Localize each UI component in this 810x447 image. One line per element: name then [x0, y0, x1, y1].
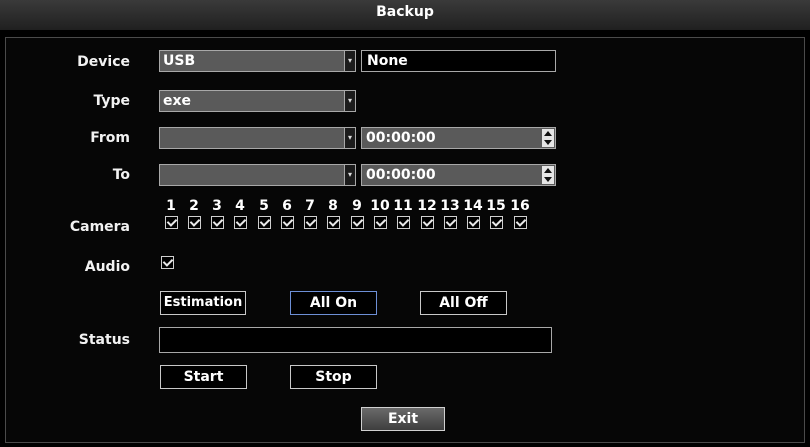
- camera-2-checkbox[interactable]: [187, 216, 201, 229]
- camera-3: 3: [206, 198, 228, 233]
- camera-number: 11: [393, 198, 413, 214]
- camera-13: 13: [439, 198, 461, 233]
- spin-updown-icon[interactable]: [542, 129, 554, 147]
- camera-number: 9: [352, 198, 362, 214]
- camera-7: 7: [299, 198, 321, 233]
- to-time-input[interactable]: 00:00:00: [361, 164, 556, 186]
- type-select-value: exe: [163, 93, 192, 109]
- camera-9: 9: [346, 198, 368, 233]
- camera-15: 15: [485, 198, 507, 233]
- camera-6-checkbox[interactable]: [280, 216, 294, 229]
- camera-9-checkbox[interactable]: [350, 216, 364, 229]
- start-button[interactable]: Start: [160, 365, 247, 389]
- title-bar: Backup: [0, 0, 810, 30]
- camera-8: 8: [322, 198, 344, 233]
- camera-number: 4: [235, 198, 245, 214]
- audio-label: Audio: [84, 259, 130, 275]
- camera-number: 16: [510, 198, 530, 214]
- camera-6: 6: [276, 198, 298, 233]
- type-select[interactable]: exe ▾: [159, 90, 356, 112]
- camera-1-checkbox[interactable]: [164, 216, 178, 229]
- camera-7-checkbox[interactable]: [303, 216, 317, 229]
- camera-2: 2: [183, 198, 205, 233]
- type-label: Type: [93, 93, 130, 109]
- camera-1: 1: [160, 198, 182, 233]
- camera-12: 12: [416, 198, 438, 233]
- status-field: [159, 327, 552, 353]
- camera-16-checkbox[interactable]: [513, 216, 527, 229]
- camera-number: 1: [166, 198, 176, 214]
- camera-number: 12: [417, 198, 437, 214]
- device-select-value: USB: [163, 53, 196, 69]
- camera-number: 2: [189, 198, 199, 214]
- camera-16: 16: [509, 198, 531, 233]
- camera-11: 11: [392, 198, 414, 233]
- to-date-select[interactable]: ▾: [159, 164, 356, 186]
- camera-5: 5: [253, 198, 275, 233]
- window-title: Backup: [376, 4, 434, 20]
- chevron-down-icon[interactable]: ▾: [344, 127, 356, 149]
- camera-8-checkbox[interactable]: [326, 216, 340, 229]
- camera-5-checkbox[interactable]: [257, 216, 271, 229]
- camera-13-checkbox[interactable]: [443, 216, 457, 229]
- camera-number: 3: [212, 198, 222, 214]
- audio-checkbox[interactable]: [161, 256, 174, 269]
- camera-label: Camera: [69, 219, 130, 235]
- camera-number: 14: [463, 198, 483, 214]
- exit-button[interactable]: Exit: [361, 407, 445, 431]
- all-off-button[interactable]: All Off: [420, 291, 507, 315]
- camera-number: 8: [328, 198, 338, 214]
- status-label: Status: [78, 332, 130, 348]
- camera-number: 15: [486, 198, 506, 214]
- chevron-down-icon[interactable]: ▾: [344, 90, 356, 112]
- to-time-value: 00:00:00: [366, 167, 436, 183]
- camera-number: 6: [282, 198, 292, 214]
- device-label: Device: [77, 54, 130, 70]
- camera-11-checkbox[interactable]: [396, 216, 410, 229]
- device-info-value: None: [367, 53, 408, 69]
- camera-3-checkbox[interactable]: [210, 216, 224, 229]
- camera-10-checkbox[interactable]: [373, 216, 387, 229]
- chevron-down-icon[interactable]: ▾: [344, 164, 356, 186]
- camera-15-checkbox[interactable]: [489, 216, 503, 229]
- camera-14: 14: [462, 198, 484, 233]
- stop-button[interactable]: Stop: [290, 365, 377, 389]
- to-label: To: [112, 167, 130, 183]
- from-time-input[interactable]: 00:00:00: [361, 127, 556, 149]
- spin-updown-icon[interactable]: [542, 166, 554, 184]
- all-on-button[interactable]: All On: [290, 291, 377, 315]
- camera-number: 7: [305, 198, 315, 214]
- from-time-value: 00:00:00: [366, 130, 436, 146]
- camera-number: 13: [440, 198, 460, 214]
- camera-4-checkbox[interactable]: [233, 216, 247, 229]
- camera-number: 5: [259, 198, 269, 214]
- device-select[interactable]: USB ▾: [159, 50, 356, 72]
- from-date-select[interactable]: ▾: [159, 127, 356, 149]
- device-info-field: None: [361, 50, 556, 72]
- estimation-button[interactable]: Estimation: [160, 291, 246, 315]
- camera-10: 10: [369, 198, 391, 233]
- from-label: From: [90, 130, 130, 146]
- camera-4: 4: [229, 198, 251, 233]
- camera-12-checkbox[interactable]: [420, 216, 434, 229]
- camera-14-checkbox[interactable]: [466, 216, 480, 229]
- camera-number: 10: [370, 198, 390, 214]
- chevron-down-icon[interactable]: ▾: [344, 50, 356, 72]
